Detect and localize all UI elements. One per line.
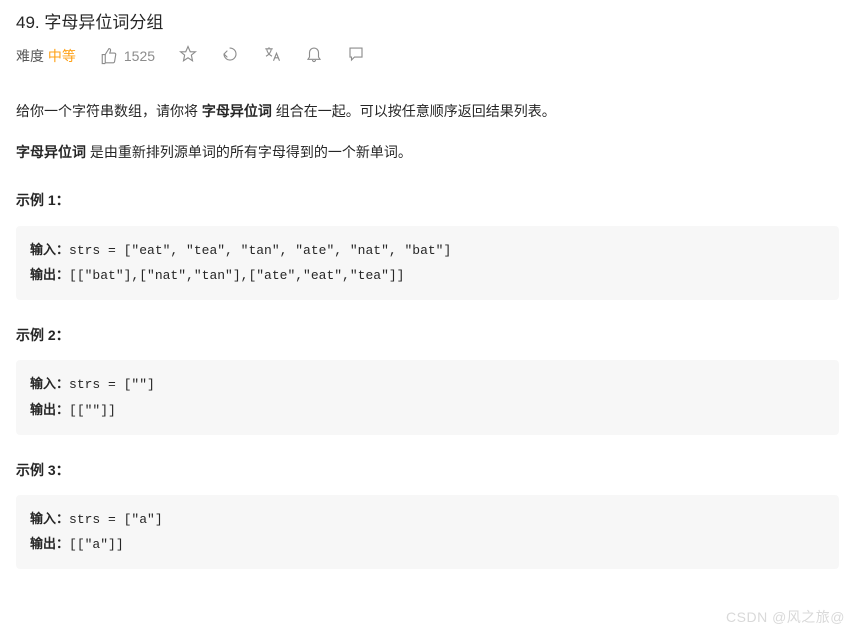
share-button[interactable] (221, 45, 239, 66)
problem-title: 49. 字母异位词分组 (16, 8, 839, 33)
feedback-icon (347, 45, 365, 63)
watermark: CSDN @风之旅@ (726, 607, 845, 627)
difficulty: 难度 中等 (16, 46, 76, 66)
output-label: 输出： (30, 402, 69, 417)
text: 给你一个字符串数组，请你将 (16, 103, 202, 119)
bold-term: 字母异位词 (202, 103, 272, 119)
bold-term: 字母异位词 (16, 144, 86, 160)
example-block: 输入：strs = [""] 输出：[[""]] (16, 360, 839, 434)
text: 是由重新排列源单词的所有字母得到的一个新单词。 (86, 144, 412, 160)
example-block: 输入：strs = ["a"] 输出：[["a"]] (16, 495, 839, 569)
feedback-button[interactable] (347, 45, 365, 66)
translate-button[interactable] (263, 45, 281, 66)
example-output: [["bat"],["nat","tan"],["ate","eat","tea… (69, 268, 404, 283)
example-input: strs = ["a"] (69, 512, 163, 527)
text: 组合在一起。可以按任意顺序返回结果列表。 (272, 103, 556, 119)
description-paragraph: 给你一个字符串数组，请你将 字母异位词 组合在一起。可以按任意顺序返回结果列表。 (16, 98, 839, 125)
favorite-button[interactable] (179, 45, 197, 66)
problem-description: 给你一个字符串数组，请你将 字母异位词 组合在一起。可以按任意顺序返回结果列表。… (16, 98, 839, 569)
bell-icon (305, 45, 323, 63)
share-icon (221, 45, 239, 63)
example-block: 输入：strs = ["eat", "tea", "tan", "ate", "… (16, 226, 839, 300)
input-label: 输入： (30, 511, 69, 526)
example-title: 示例 1： (16, 187, 839, 214)
likes-count: 1525 (124, 48, 155, 64)
example-output: [["a"]] (69, 537, 124, 552)
description-paragraph: 字母异位词 是由重新排列源单词的所有字母得到的一个新单词。 (16, 139, 839, 166)
example-title: 示例 3： (16, 457, 839, 484)
output-label: 输出： (30, 536, 69, 551)
input-label: 输入： (30, 376, 69, 391)
example-title: 示例 2： (16, 322, 839, 349)
difficulty-value: 中等 (48, 48, 76, 64)
example-output: [[""]] (69, 403, 116, 418)
difficulty-label: 难度 (16, 48, 44, 64)
meta-row: 难度 中等 1525 (16, 45, 839, 66)
notification-button[interactable] (305, 45, 323, 66)
example-input: strs = [""] (69, 377, 155, 392)
input-label: 输入： (30, 242, 69, 257)
likes-button[interactable]: 1525 (100, 47, 155, 65)
star-icon (179, 45, 197, 63)
translate-icon (263, 45, 281, 63)
thumbs-up-icon (100, 47, 118, 65)
example-input: strs = ["eat", "tea", "tan", "ate", "nat… (69, 243, 451, 258)
output-label: 输出： (30, 267, 69, 282)
